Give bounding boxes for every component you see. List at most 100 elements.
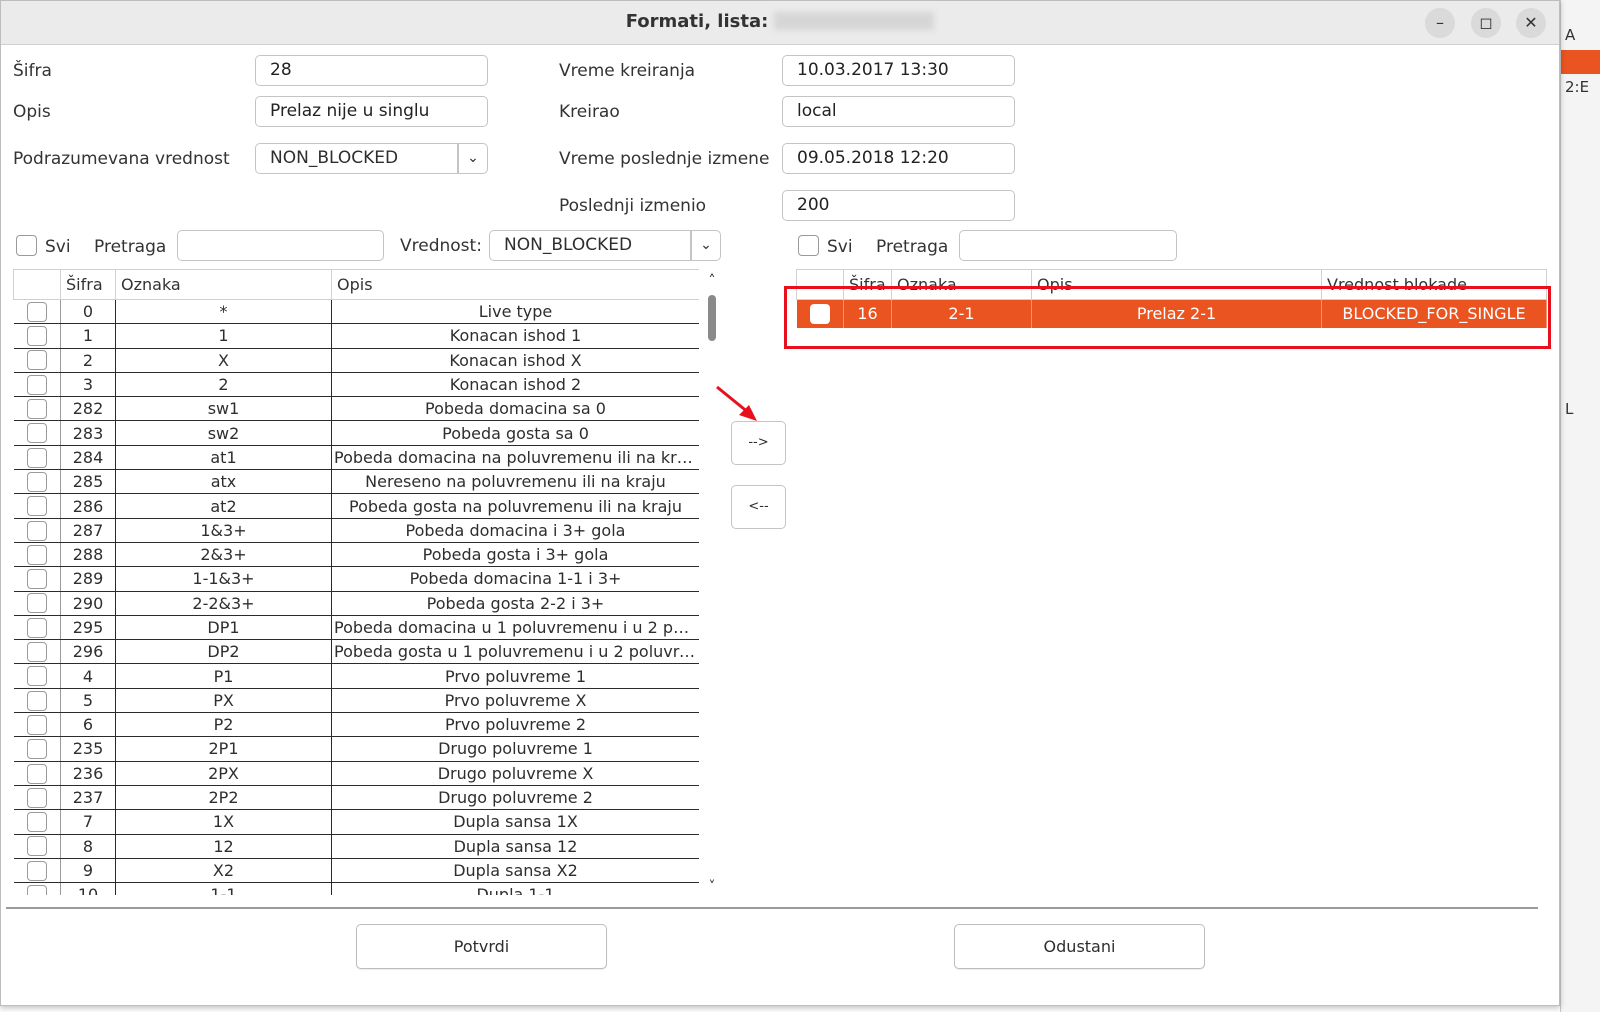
row-checkbox-cell[interactable]: [13, 372, 61, 398]
opis-field[interactable]: Prelaz nije u singlu: [255, 96, 488, 127]
row-checkbox[interactable]: [26, 812, 47, 833]
row-checkbox-cell[interactable]: [13, 663, 61, 689]
chevron-up-icon[interactable]: ˄: [703, 273, 721, 289]
scrollbar-thumb[interactable]: [708, 295, 716, 341]
row-checkbox-cell[interactable]: [13, 445, 61, 471]
row-checkbox[interactable]: [26, 642, 47, 663]
table-row[interactable]: 289 1-1&3+ Pobeda domacina 1-1 i 3+: [13, 566, 699, 592]
row-checkbox[interactable]: [26, 836, 47, 857]
close-button[interactable]: ✕: [1516, 8, 1546, 38]
table-row[interactable]: 5 PX Prvo poluvreme X: [13, 688, 699, 714]
row-checkbox[interactable]: [26, 569, 47, 590]
row-checkbox[interactable]: [26, 885, 47, 895]
header-sifra[interactable]: Šifra: [60, 269, 116, 300]
row-checkbox-cell[interactable]: [13, 736, 61, 762]
row-checkbox-cell[interactable]: [13, 615, 61, 641]
left-table-scrollbar[interactable]: ˄ ˅: [703, 273, 721, 895]
row-checkbox-cell[interactable]: [13, 858, 61, 884]
table-row[interactable]: 7 1X Dupla sansa 1X: [13, 809, 699, 835]
row-checkbox-cell[interactable]: [13, 396, 61, 422]
table-row[interactable]: 10 1-1 Dupla 1-1: [13, 882, 699, 895]
row-checkbox-cell[interactable]: [13, 834, 61, 859]
table-row[interactable]: 1 1 Konacan ishod 1: [13, 323, 699, 349]
table-row[interactable]: 287 1&3+ Pobeda domacina i 3+ gola: [13, 518, 699, 543]
row-checkbox[interactable]: [26, 714, 47, 735]
table-row[interactable]: 9 X2 Dupla sansa X2: [13, 858, 699, 884]
table-row[interactable]: 288 2&3+ Pobeda gosta i 3+ gola: [13, 542, 699, 568]
row-checkbox-cell[interactable]: [13, 712, 61, 738]
table-row[interactable]: 0 * Live type: [13, 299, 699, 325]
row-checkbox[interactable]: [26, 301, 47, 322]
row-checkbox-cell[interactable]: [13, 566, 61, 592]
row-checkbox[interactable]: [26, 544, 47, 565]
row-checkbox[interactable]: [26, 399, 47, 420]
row-checkbox[interactable]: [26, 593, 47, 614]
odustani-button[interactable]: Odustani: [954, 924, 1205, 969]
left-table-container[interactable]: Šifra Oznaka Opis 0 * Live type 1 1 Konacan i…: [13, 269, 699, 895]
row-checkbox[interactable]: [26, 617, 47, 638]
vreme-kreiranja-field[interactable]: 10.03.2017 13:30: [782, 55, 1015, 86]
table-row[interactable]: 282 sw1 Pobeda domacina sa 0: [13, 396, 699, 422]
table-row[interactable]: 8 12 Dupla sansa 12: [13, 834, 699, 859]
svi-checkbox-left[interactable]: [16, 235, 37, 256]
table-row[interactable]: 6 P2 Prvo poluvreme 2: [13, 712, 699, 738]
row-checkbox-cell[interactable]: [13, 348, 61, 373]
row-checkbox-cell[interactable]: [13, 785, 61, 811]
row-checkbox[interactable]: [26, 763, 47, 784]
table-row[interactable]: 236 2PX Drugo poluvreme X: [13, 761, 699, 786]
row-checkbox[interactable]: [26, 787, 47, 808]
kreirao-field[interactable]: local: [782, 96, 1015, 127]
table-row[interactable]: 290 2-2&3+ Pobeda gosta 2-2 i 3+: [13, 591, 699, 616]
vreme-izmene-field[interactable]: 09.05.2018 12:20: [782, 143, 1015, 174]
row-checkbox[interactable]: [26, 690, 47, 711]
header-select[interactable]: [13, 269, 61, 300]
row-checkbox[interactable]: [26, 496, 47, 517]
row-checkbox-cell[interactable]: [13, 518, 61, 543]
row-checkbox-cell[interactable]: [13, 688, 61, 714]
row-checkbox[interactable]: [26, 374, 47, 395]
table-row[interactable]: 2 X Konacan ishod X: [13, 348, 699, 373]
table-row[interactable]: 286 at2 Pobeda gosta na poluvremenu ili na…: [13, 493, 699, 519]
table-row[interactable]: 285 atx Nereseno na poluvremenu ili na kra…: [13, 469, 699, 495]
row-checkbox-cell[interactable]: [13, 591, 61, 616]
potvrdi-button[interactable]: Potvrdi: [356, 924, 607, 969]
maximize-button[interactable]: ◻: [1471, 8, 1501, 38]
table-row[interactable]: 237 2P2 Drugo poluvreme 2: [13, 785, 699, 811]
table-row[interactable]: 296 DP2 Pobeda gosta u 1 poluvremenu i u 2…: [13, 639, 699, 665]
move-right-button[interactable]: -->: [731, 421, 786, 465]
minimize-button[interactable]: –: [1425, 8, 1455, 38]
header-opis[interactable]: Opis: [331, 269, 699, 300]
row-checkbox[interactable]: [26, 739, 47, 760]
table-row[interactable]: 283 sw2 Pobeda gosta sa 0: [13, 420, 699, 446]
move-left-button[interactable]: <--: [731, 485, 786, 529]
row-checkbox-cell[interactable]: [13, 882, 61, 895]
svi-checkbox-right[interactable]: [798, 235, 819, 256]
chevron-down-icon[interactable]: ⌄: [458, 143, 488, 174]
row-checkbox-cell[interactable]: [13, 420, 61, 446]
header-oznaka[interactable]: Oznaka: [115, 269, 332, 300]
table-row[interactable]: 4 P1 Prvo poluvreme 1: [13, 663, 699, 689]
row-checkbox[interactable]: [26, 471, 47, 492]
row-checkbox-cell[interactable]: [13, 639, 61, 665]
poslednji-izmenio-field[interactable]: 200: [782, 190, 1015, 221]
table-row[interactable]: 284 at1 Pobeda domacina na poluvremenu ili…: [13, 445, 699, 471]
chevron-down-icon[interactable]: ⌄: [691, 230, 721, 261]
row-checkbox[interactable]: [26, 350, 47, 371]
title-bar[interactable]: Formati, lista: – ◻ ✕: [1, 1, 1559, 45]
row-checkbox-cell[interactable]: [13, 469, 61, 495]
row-checkbox-cell[interactable]: [13, 493, 61, 519]
row-checkbox-cell[interactable]: [13, 323, 61, 349]
chevron-down-icon[interactable]: ˅: [703, 879, 721, 895]
pretraga-input-left[interactable]: [177, 230, 384, 261]
row-checkbox[interactable]: [26, 423, 47, 444]
row-checkbox[interactable]: [26, 860, 47, 881]
row-checkbox[interactable]: [26, 520, 47, 541]
pretraga-input-right[interactable]: [959, 230, 1177, 261]
row-checkbox-cell[interactable]: [13, 761, 61, 786]
sifra-field[interactable]: 28: [255, 55, 488, 86]
row-checkbox[interactable]: [26, 666, 47, 687]
row-checkbox-cell[interactable]: [13, 299, 61, 325]
row-checkbox[interactable]: [26, 326, 47, 347]
row-checkbox-cell[interactable]: [13, 542, 61, 568]
row-checkbox[interactable]: [26, 447, 47, 468]
